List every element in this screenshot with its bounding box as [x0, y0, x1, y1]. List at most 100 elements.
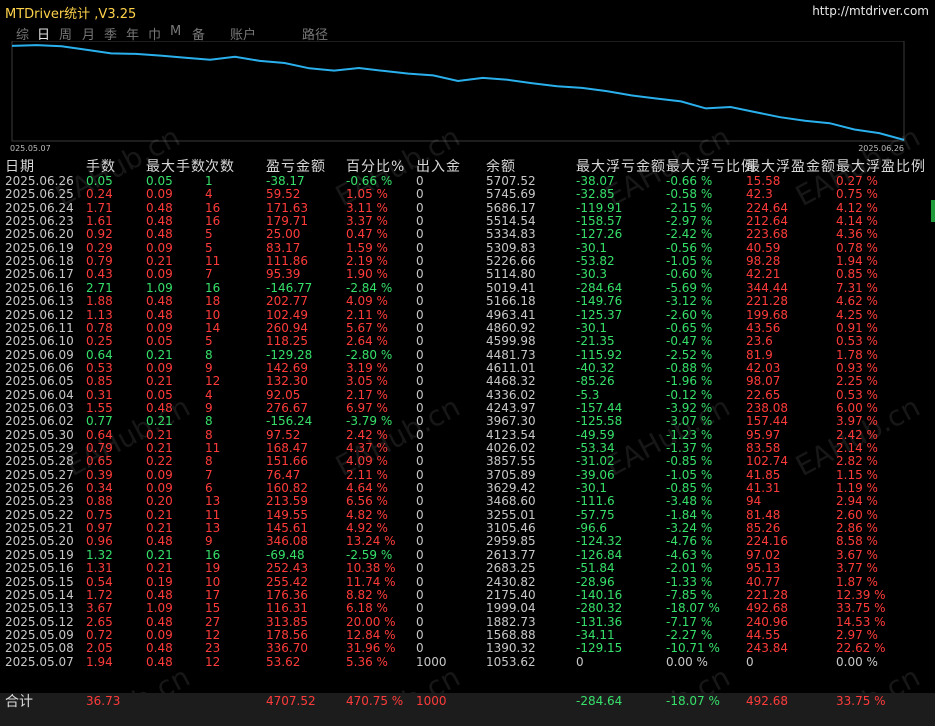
table-row[interactable]: 2025.06.19 0.29 0.09 5 83.17 1.59 % 0 5309.83 -3…: [0, 241, 935, 255]
column-header[interactable]: 手数: [86, 156, 116, 176]
table-row[interactable]: 2025.06.06 0.53 0.09 9 142.69 3.19 % 0 4611.01 -…: [0, 361, 935, 375]
table-cell: 118.25: [266, 334, 308, 349]
table-row[interactable]: 2025.05.19 1.32 0.21 16 -69.48 -2.59 % 0 2613.7…: [0, 547, 935, 562]
table-row[interactable]: 2025.05.07 1.94 0.48 12 53.62 5.36 % 1000 1053.…: [0, 655, 935, 669]
table-cell: 2959.85: [486, 534, 536, 549]
table-cell: 7: [205, 267, 213, 282]
table-row[interactable]: 2025.05.09 0.72 0.09 12 178.56 12.84 % 0 1568.8…: [0, 627, 935, 642]
table-row[interactable]: 2025.06.13 1.88 0.48 18 202.77 4.09 % 0 5166.18…: [0, 295, 935, 308]
table-cell: 238.08: [746, 400, 788, 415]
table-cell: 92.05: [266, 387, 301, 402]
table-cell: -1.37 %: [666, 441, 713, 455]
column-header[interactable]: 最大浮盈比例: [836, 156, 926, 176]
column-header[interactable]: 百分比%: [346, 156, 405, 176]
table-row[interactable]: 2025.06.03 1.55 0.48 9 276.67 6.97 % 0 4243.97 -…: [0, 400, 935, 415]
table-cell: 0: [416, 267, 424, 282]
table-row[interactable]: 2025.05.21 0.97 0.21 13 145.61 4.92 % 0 3105.46…: [0, 522, 935, 535]
column-header[interactable]: 最大浮亏金额: [576, 156, 666, 176]
table-cell: 40.77: [746, 574, 781, 589]
table-row[interactable]: 2025.06.04 0.31 0.05 4 92.05 2.17 % 0 4336.02 -5…: [0, 387, 935, 402]
table-row[interactable]: 2025.05.13 3.67 1.09 15 116.31 6.18 % 0 1999.04…: [0, 602, 935, 615]
table-cell: 85.26: [746, 521, 781, 536]
app-url-link[interactable]: http://mtdriver.com: [812, 4, 929, 18]
table-cell: 171.63: [266, 200, 308, 215]
table-cell: -21.35: [576, 334, 615, 349]
table-row[interactable]: 2025.05.23 0.88 0.20 13 213.59 6.56 % 0 3468.60…: [0, 495, 935, 508]
table-row[interactable]: 2025.06.09 0.64 0.21 8 -129.28 -2.80 % 0 4481.7…: [0, 348, 935, 362]
table-cell: 223.68: [746, 227, 788, 242]
table-cell: 4.12 %: [836, 200, 878, 215]
table-cell: 81.48: [746, 507, 781, 522]
table-cell: 4336.02: [486, 387, 536, 402]
table-cell: 0.21: [146, 254, 173, 269]
table-row[interactable]: 2025.05.22 0.75 0.21 11 149.55 4.82 % 0 3255.01…: [0, 507, 935, 522]
scrollbar-thumb[interactable]: [931, 200, 935, 222]
table-cell: 2025.05.16: [5, 561, 74, 576]
table-cell: 2025.06.26: [5, 174, 74, 188]
table-cell: 9: [205, 534, 213, 549]
table-row[interactable]: 2025.06.02 0.77 0.21 8 -156.24 -3.79 % 0 3967.3…: [0, 415, 935, 428]
table-cell: 2025.05.19: [5, 547, 74, 562]
table-cell: 157.44: [746, 414, 788, 429]
column-header[interactable]: 次数: [205, 156, 235, 176]
table-row[interactable]: 2025.05.14 1.72 0.48 17 176.36 8.82 % 0 2175.40…: [0, 588, 935, 602]
table-cell: 6.97 %: [346, 400, 388, 415]
table-row[interactable]: 2025.06.23 1.61 0.48 16 179.71 3.37 % 0 5514.54…: [0, 215, 935, 228]
table-row[interactable]: 2025.05.16 1.31 0.21 19 252.43 10.38 % 0 2683.2…: [0, 562, 935, 575]
table-cell: -127.26: [576, 227, 623, 242]
table-cell: 0.21: [146, 374, 173, 389]
column-header[interactable]: 最大手数: [146, 156, 206, 176]
table-cell: 97.52: [266, 427, 301, 442]
column-header[interactable]: 最大浮盈金额: [746, 156, 836, 176]
table-cell: 0.24: [86, 187, 113, 202]
table-row[interactable]: 2025.06.10 0.25 0.05 5 118.25 2.64 % 0 4599.98 -…: [0, 335, 935, 348]
table-cell: 41.85: [746, 467, 781, 482]
table-row[interactable]: 2025.06.05 0.85 0.21 12 132.30 3.05 % 0 4468.32…: [0, 375, 935, 388]
table-cell: 14: [205, 320, 221, 335]
table-cell: 0.96: [86, 534, 113, 549]
table-cell: 0: [416, 601, 424, 616]
table-row[interactable]: 2025.05.12 2.65 0.48 27 313.85 20.00 % 0 1882.7…: [0, 615, 935, 629]
table-cell: -53.82: [576, 254, 615, 269]
table-row[interactable]: 2025.05.27 0.39 0.09 7 76.47 2.11 % 0 3705.89 -3…: [0, 467, 935, 482]
table-cell: -18.07 %: [666, 601, 720, 616]
table-row[interactable]: 2025.06.25 0.24 0.09 4 59.52 1.05 % 0 5745.69 -3…: [0, 188, 935, 201]
table-row[interactable]: 2025.05.15 0.54 0.19 10 255.42 11.74 % 0 2430.8…: [0, 574, 935, 589]
table-cell: 2025.06.11: [5, 320, 74, 335]
table-cell: 98.28: [746, 254, 781, 269]
table-row[interactable]: 2025.05.30 0.64 0.21 8 97.52 2.42 % 0 4123.54 -4…: [0, 427, 935, 442]
table-cell: -119.91: [576, 200, 623, 215]
table-row[interactable]: 2025.06.20 0.92 0.48 5 25.00 0.47 % 0 5334.83 -1…: [0, 228, 935, 241]
table-row[interactable]: 2025.05.28 0.65 0.22 8 151.66 4.09 % 0 3857.55 -…: [0, 455, 935, 468]
table-row[interactable]: 2025.05.29 0.79 0.21 11 168.47 4.37 % 0 4026.02…: [0, 442, 935, 455]
table-cell: 0: [416, 641, 424, 656]
table-row[interactable]: 2025.06.12 1.13 0.48 10 102.49 2.11 % 0 4963.41…: [0, 307, 935, 322]
table-cell: 1.13: [86, 307, 113, 322]
table-cell: 44.55: [746, 627, 781, 642]
table-row[interactable]: 2025.06.16 2.71 1.09 16 -146.77 -2.84 % 0 5019.…: [0, 280, 935, 295]
table-cell: 336.70: [266, 641, 308, 656]
table-row[interactable]: 2025.06.24 1.71 0.48 16 171.63 3.11 % 0 5686.17…: [0, 200, 935, 215]
table-row[interactable]: 2025.05.20 0.96 0.48 9 346.08 13.24 % 0 2959.85…: [0, 535, 935, 548]
table-row[interactable]: 2025.06.26 0.05 0.05 1 -38.17 -0.66 % 0 5707.52…: [0, 175, 935, 188]
table-row[interactable]: 2025.05.26 0.34 0.09 6 160.82 4.64 % 0 3629.42 -…: [0, 482, 935, 495]
table-cell: 111.86: [266, 254, 308, 269]
table-cell: 0.54: [86, 574, 113, 589]
table-cell: -2.84 %: [346, 280, 393, 295]
table-row[interactable]: 2025.06.11 0.78 0.09 14 260.94 5.67 % 0 4860.92…: [0, 320, 935, 335]
column-header[interactable]: 盈亏金额: [266, 156, 326, 176]
table-cell: 0.25: [86, 334, 113, 349]
table-cell: 2025.05.20: [5, 534, 74, 549]
table-row[interactable]: 2025.05.08 2.05 0.48 23 336.70 31.96 % 0 1390.3…: [0, 642, 935, 655]
table-row[interactable]: 2025.06.18 0.79 0.21 11 111.86 2.19 % 0 5226.66…: [0, 255, 935, 268]
table-row[interactable]: 2025.06.17 0.43 0.09 7 95.39 1.90 % 0 5114.80 -3…: [0, 268, 935, 281]
column-header[interactable]: 日期: [5, 156, 35, 176]
column-header[interactable]: 最大浮亏比例: [666, 156, 756, 176]
table-cell: 149.55: [266, 507, 308, 522]
column-header[interactable]: 出入金: [416, 156, 461, 176]
table-cell: 145.61: [266, 521, 308, 536]
table-cell: 94: [746, 494, 762, 509]
table-cell: -125.37: [576, 307, 623, 322]
column-header[interactable]: 余额: [486, 156, 516, 176]
tab-7[interactable]: M: [170, 24, 181, 39]
